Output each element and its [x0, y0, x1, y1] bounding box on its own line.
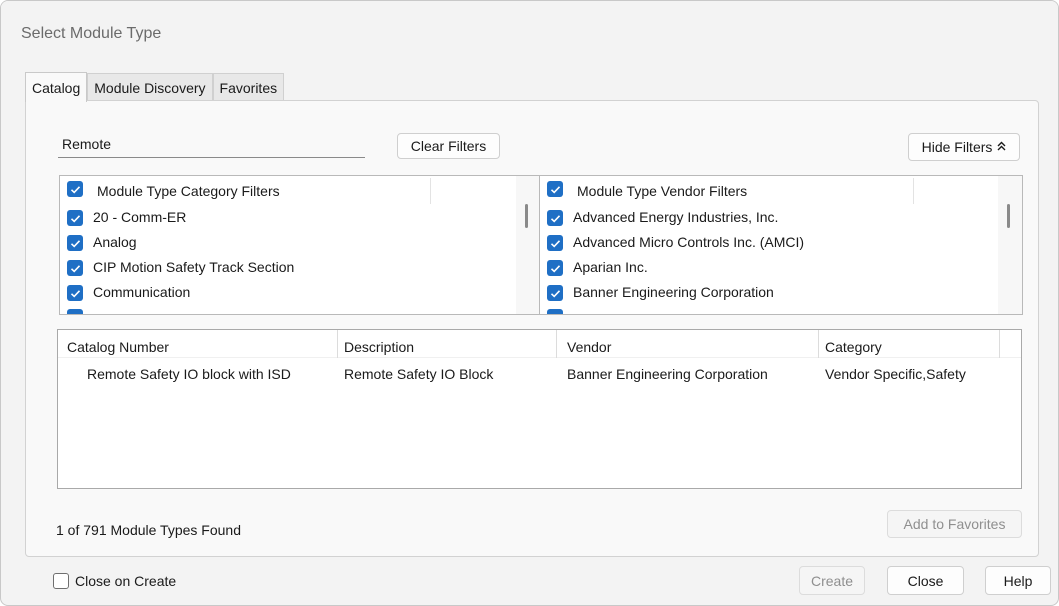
- vendor-filter-label: Aparian Inc.: [573, 259, 648, 275]
- category-filter-item[interactable]: CIP Motion Safety Track Section: [60, 256, 520, 280]
- help-button[interactable]: Help: [985, 566, 1051, 595]
- checkbox-checked[interactable]: [67, 235, 83, 251]
- create-button[interactable]: Create: [799, 566, 865, 595]
- close-on-create-checkbox[interactable]: [53, 573, 69, 589]
- checkbox-checked[interactable]: [547, 260, 563, 276]
- scrollbar-thumb[interactable]: [525, 204, 528, 228]
- vendor-select-all-checkbox[interactable]: [547, 181, 563, 197]
- vendor-filter-item-partial[interactable]: [540, 305, 1000, 314]
- add-to-favorites-button[interactable]: Add to Favorites: [887, 510, 1022, 538]
- column-divider[interactable]: [999, 330, 1000, 358]
- tab-strip: Catalog Module Discovery Favorites: [25, 72, 285, 102]
- category-cell: Vendor Specific,Safety: [825, 366, 966, 382]
- catalog-panel: Clear Filters Hide Filters Module Type C…: [25, 100, 1039, 557]
- category-filter-header: Module Type Category Filters: [60, 176, 540, 206]
- category-filter-label: Communication: [93, 284, 191, 300]
- checkbox-checked[interactable]: [547, 235, 563, 251]
- table-row[interactable]: Remote Safety IO block with ISD Remote S…: [58, 360, 1021, 386]
- vendor-filter-item[interactable]: Advanced Micro Controls Inc. (AMCI): [540, 231, 1000, 255]
- category-select-all-checkbox[interactable]: [67, 181, 83, 197]
- vendor-filter-item[interactable]: Banner Engineering Corporation: [540, 281, 1000, 305]
- category-filter-label: Analog: [93, 234, 137, 250]
- results-count-status: 1 of 791 Module Types Found: [56, 522, 241, 538]
- checkbox-checked[interactable]: [67, 285, 83, 301]
- category-filter-item-partial[interactable]: [60, 305, 520, 314]
- column-divider: [913, 178, 914, 204]
- column-divider: [430, 178, 431, 204]
- checkbox-checked[interactable]: [547, 285, 563, 301]
- category-filter-item[interactable]: Analog: [60, 231, 520, 255]
- select-module-type-dialog: Select Module Type Catalog Module Discov…: [0, 0, 1059, 606]
- description-cell: Remote Safety IO Block: [344, 366, 494, 382]
- category-filter-list: Module Type Category Filters 20 - Comm-E…: [59, 175, 541, 315]
- column-divider[interactable]: [818, 330, 819, 358]
- category-filter-header-label: Module Type Category Filters: [97, 183, 280, 199]
- vendor-filter-header: Module Type Vendor Filters: [540, 176, 1022, 206]
- vendor-filter-item[interactable]: Aparian Inc.: [540, 256, 1000, 280]
- vendor-filter-header-label: Module Type Vendor Filters: [577, 183, 748, 199]
- close-on-create-option[interactable]: Close on Create: [53, 573, 176, 589]
- tab-favorites[interactable]: Favorites: [212, 73, 285, 101]
- category-filter-item[interactable]: Communication: [60, 281, 520, 305]
- catalog-number-cell: Remote Safety IO block with ISD: [87, 366, 291, 382]
- vendor-filter-label: Banner Engineering Corporation: [573, 284, 774, 300]
- column-divider[interactable]: [556, 330, 557, 358]
- vendor-filter-item[interactable]: Advanced Energy Industries, Inc.: [540, 206, 1000, 230]
- title-bar[interactable]: Select Module Type: [1, 1, 1058, 63]
- column-header-vendor[interactable]: Vendor: [567, 339, 611, 355]
- checkbox-checked[interactable]: [547, 210, 563, 226]
- vendor-filter-list: Module Type Vendor Filters Advanced Ener…: [539, 175, 1023, 315]
- column-header-catalog-number[interactable]: Catalog Number: [67, 339, 169, 355]
- vendor-filter-label: Advanced Energy Industries, Inc.: [573, 209, 779, 225]
- table-header: Catalog Number Description Vendor Catego…: [58, 330, 1021, 358]
- hide-filters-button[interactable]: Hide Filters: [908, 133, 1020, 161]
- tab-module-discovery[interactable]: Module Discovery: [87, 73, 213, 101]
- hide-filters-label: Hide Filters: [921, 139, 993, 155]
- tab-catalog[interactable]: Catalog: [25, 72, 88, 102]
- dialog-title: Select Module Type: [21, 25, 162, 42]
- vendor-filter-scrollbar[interactable]: [998, 176, 1022, 314]
- clear-filters-button[interactable]: Clear Filters: [397, 133, 500, 159]
- close-button[interactable]: Close: [887, 566, 964, 595]
- scrollbar-thumb[interactable]: [1007, 204, 1010, 228]
- checkbox-checked[interactable]: [67, 309, 83, 314]
- category-filter-item[interactable]: 20 - Comm-ER: [60, 206, 520, 230]
- vendor-filter-label: Advanced Micro Controls Inc. (AMCI): [573, 234, 805, 250]
- search-input[interactable]: [58, 131, 365, 158]
- checkbox-checked[interactable]: [547, 309, 563, 314]
- column-divider[interactable]: [337, 330, 338, 358]
- checkbox-checked[interactable]: [67, 260, 83, 276]
- category-filter-scrollbar[interactable]: [516, 176, 540, 314]
- checkbox-checked[interactable]: [67, 210, 83, 226]
- vendor-cell: Banner Engineering Corporation: [567, 366, 768, 382]
- column-header-category[interactable]: Category: [825, 339, 882, 355]
- chevron-double-up-icon: [997, 141, 1006, 154]
- module-results-table: Catalog Number Description Vendor Catego…: [57, 329, 1022, 489]
- column-header-description[interactable]: Description: [344, 339, 414, 355]
- category-filter-label: 20 - Comm-ER: [93, 209, 187, 225]
- category-filter-label: CIP Motion Safety Track Section: [93, 259, 295, 275]
- close-on-create-label: Close on Create: [75, 573, 177, 589]
